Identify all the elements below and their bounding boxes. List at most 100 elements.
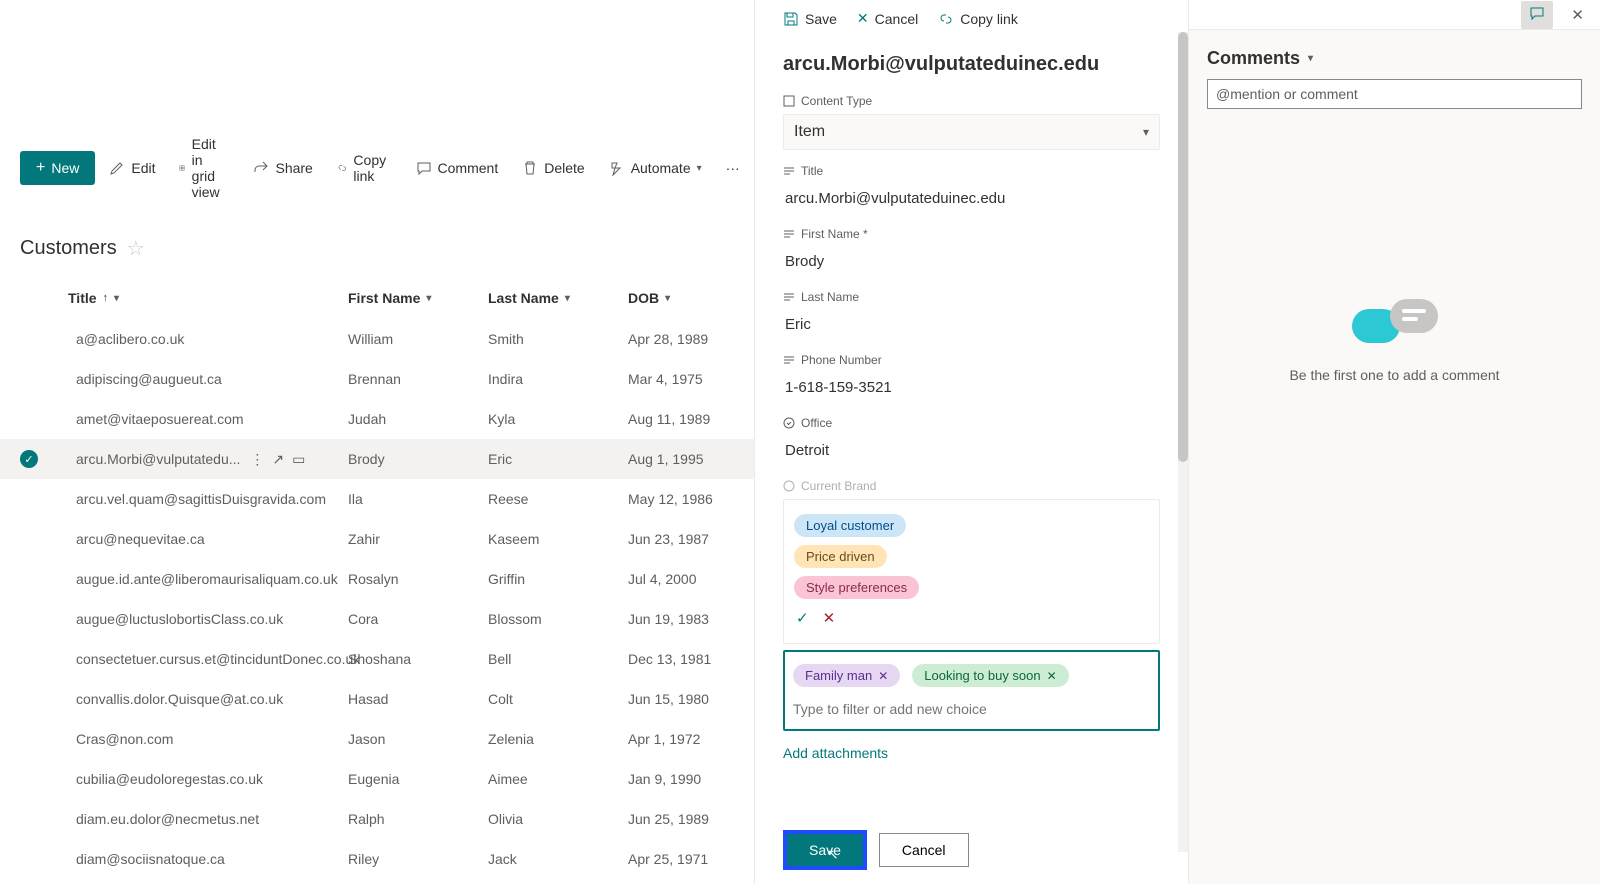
row-dob: Aug 1, 1995 <box>628 451 768 467</box>
edit-button[interactable]: Edit <box>99 152 165 184</box>
remove-choice-icon[interactable]: ✕ <box>878 669 888 683</box>
title-field[interactable]: arcu.Morbi@vulputateduinec.edu <box>783 184 1160 213</box>
panel-footer: Save↖ Cancel <box>755 816 1188 884</box>
cancel-choices-button[interactable]: ✕ <box>823 609 836 627</box>
row-title: augue.id.ante@liberomaurisaliquam.co.uk <box>68 571 348 587</box>
field-label-brand: Current Brand <box>783 479 1160 493</box>
automate-button[interactable]: Automate▾ <box>599 152 712 184</box>
choice-icon <box>783 417 795 429</box>
panel-save-button[interactable]: Save <box>775 7 845 31</box>
table-row[interactable]: augue.id.ante@liberomaurisaliquam.co.ukR… <box>0 559 754 599</box>
row-last: Kyla <box>488 411 628 427</box>
phone-field[interactable]: 1-618-159-3521 <box>783 373 1160 402</box>
save-button[interactable]: Save↖ <box>783 830 867 870</box>
comment-icon[interactable]: ▭ <box>292 451 305 468</box>
table-row[interactable]: Cras@non.comJasonZeleniaApr 1, 1972 <box>0 719 754 759</box>
row-dob: Jun 23, 1987 <box>628 531 768 547</box>
scrollbar-thumb[interactable] <box>1178 32 1188 462</box>
row-dob: Jun 25, 1989 <box>628 811 768 827</box>
table-row[interactable]: arcu@nequevitae.caZahirKaseemJun 23, 198… <box>0 519 754 559</box>
row-dob: Apr 28, 1989 <box>628 331 768 347</box>
field-label-contenttype: Content Type <box>783 94 1160 108</box>
table-row[interactable]: consectetuer.cursus.et@tinciduntDonec.co… <box>0 639 754 679</box>
choice-option[interactable]: Price driven <box>794 545 887 568</box>
field-label-first: First Name * <box>783 227 1160 241</box>
selected-choice: Looking to buy soon✕ <box>912 664 1068 687</box>
choice-input-box[interactable]: Family man✕ Looking to buy soon✕ <box>783 650 1160 731</box>
office-field[interactable]: Detroit <box>783 436 1160 465</box>
table-row[interactable]: ✓arcu.Morbi@vulputatedu...⋮↗▭BrodyEricAu… <box>0 439 754 479</box>
open-icon[interactable]: ↗ <box>272 451 284 468</box>
col-dob[interactable]: DOB ▾ <box>628 290 768 306</box>
panel-cancel-button[interactable]: ✕Cancel <box>849 6 926 31</box>
row-first: Zahir <box>348 531 488 547</box>
row-dob: Aug 11, 1989 <box>628 411 768 427</box>
more-button[interactable]: ··· <box>716 152 750 184</box>
pencil-icon <box>109 160 125 176</box>
close-panel-button[interactable]: ✕ <box>1563 2 1592 28</box>
choice-option[interactable]: Style preferences <box>794 576 919 599</box>
row-dob: Jul 4, 2000 <box>628 571 768 587</box>
table-row[interactable]: adipiscing@augueut.caBrennanIndiraMar 4,… <box>0 359 754 399</box>
link-icon <box>337 160 348 176</box>
contenttype-dropdown[interactable]: Item▾ <box>783 114 1160 150</box>
confirm-choices-button[interactable]: ✓ <box>796 609 809 627</box>
row-last: Blossom <box>488 611 628 627</box>
comment-input[interactable]: @mention or comment <box>1207 79 1582 109</box>
table-row[interactable]: arcu.vel.quam@sagittisDuisgravida.comIla… <box>0 479 754 519</box>
edit-grid-button[interactable]: Edit in grid view <box>169 128 239 208</box>
comments-toggle-button[interactable] <box>1521 1 1553 29</box>
cancel-button[interactable]: Cancel <box>879 833 969 867</box>
row-first: Ralph <box>348 811 488 827</box>
choice-filter-input[interactable] <box>793 697 1150 721</box>
field-label-office: Office <box>783 416 1160 430</box>
comments-toolbar: ✕ <box>1189 0 1600 30</box>
row-first: Shoshana <box>348 651 488 667</box>
row-first: Riley <box>348 851 488 867</box>
lastname-field[interactable]: Eric <box>783 310 1160 339</box>
field-label-title: Title <box>783 164 1160 178</box>
delete-button[interactable]: Delete <box>512 152 594 184</box>
col-last[interactable]: Last Name ▾ <box>488 290 628 306</box>
panel-copylink-button[interactable]: Copy link <box>930 7 1026 31</box>
row-title: diam@sociisnatoque.ca <box>68 851 348 867</box>
more-icon[interactable]: ⋮ <box>250 451 264 468</box>
command-bar: New Edit Edit in grid view Share Copy li… <box>0 120 754 216</box>
share-button[interactable]: Share <box>243 152 322 184</box>
comment-icon <box>416 160 432 176</box>
row-last: Bell <box>488 651 628 667</box>
table-row[interactable]: amet@vitaeposuereat.comJudahKylaAug 11, … <box>0 399 754 439</box>
panel-scrollbar[interactable] <box>1178 32 1188 852</box>
panel-body: arcu.Morbi@vulputateduinec.edu Content T… <box>755 37 1188 816</box>
row-first: Judah <box>348 411 488 427</box>
col-first[interactable]: First Name ▾ <box>348 290 488 306</box>
new-button[interactable]: New <box>20 151 95 185</box>
table-row[interactable]: augue@luctuslobortisClass.co.ukCoraBloss… <box>0 599 754 639</box>
row-dob: Dec 13, 1981 <box>628 651 768 667</box>
cursor-icon: ↖ <box>827 846 839 863</box>
close-icon: ✕ <box>857 10 869 27</box>
choice-option[interactable]: Loyal customer <box>794 514 906 537</box>
firstname-field[interactable]: Brody <box>783 247 1160 276</box>
share-icon <box>253 160 269 176</box>
table-row[interactable]: diam@sociisnatoque.caRileyJackApr 25, 19… <box>0 839 754 879</box>
chevron-down-icon: ▾ <box>1143 125 1149 139</box>
remove-choice-icon[interactable]: ✕ <box>1047 669 1057 683</box>
comment-button[interactable]: Comment <box>406 152 509 184</box>
row-title: arcu@nequevitae.ca <box>68 531 348 547</box>
row-title: diam.eu.dolor@necmetus.net <box>68 811 348 827</box>
row-last: Colt <box>488 691 628 707</box>
table-row[interactable]: diam.eu.dolor@necmetus.netRalphOliviaJun… <box>0 799 754 839</box>
copylink-button[interactable]: Copy link <box>327 144 402 192</box>
favorite-icon[interactable]: ☆ <box>127 236 145 261</box>
row-title: convallis.dolor.Quisque@at.co.uk <box>68 691 348 707</box>
chevron-down-icon[interactable]: ▾ <box>1308 53 1313 64</box>
row-title: adipiscing@augueut.ca <box>68 371 348 387</box>
table-row[interactable]: convallis.dolor.Quisque@at.co.ukHasadCol… <box>0 679 754 719</box>
comments-header: Comments▾ <box>1189 30 1600 79</box>
table-row[interactable]: a@aclibero.co.ukWilliamSmithApr 28, 1989 <box>0 319 754 359</box>
field-label-phone: Phone Number <box>783 353 1160 367</box>
table-row[interactable]: cubilia@eudoloregestas.co.ukEugeniaAimee… <box>0 759 754 799</box>
add-attachments-link[interactable]: Add attachments <box>783 745 888 761</box>
col-title[interactable]: Title ↑ ▾ <box>68 290 348 306</box>
